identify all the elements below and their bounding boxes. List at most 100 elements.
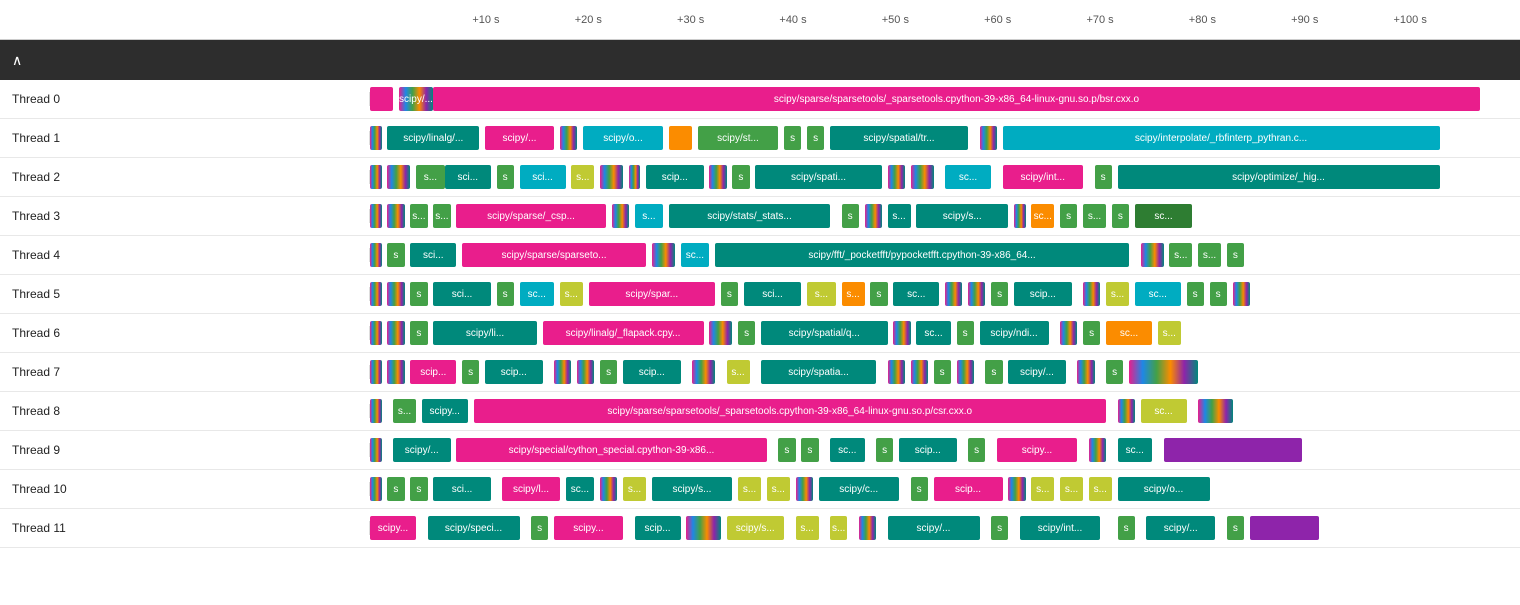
track-bar[interactable]: scip...: [623, 360, 681, 384]
track-bar[interactable]: sc...: [566, 477, 595, 501]
track-bar[interactable]: scipy/linalg/...: [387, 126, 479, 150]
track-bar[interactable]: scip...: [410, 360, 456, 384]
track-bar[interactable]: s...: [727, 360, 750, 384]
track-bar[interactable]: scip...: [1014, 282, 1072, 306]
track-bar[interactable]: s: [784, 126, 801, 150]
track-bar[interactable]: s: [387, 477, 404, 501]
track-bar[interactable]: [859, 516, 876, 540]
track-bar[interactable]: s: [957, 321, 974, 345]
track-bar[interactable]: s...: [796, 516, 819, 540]
track-bar[interactable]: [1233, 282, 1250, 306]
track-bar[interactable]: [629, 165, 641, 189]
track-bar[interactable]: scipy/o...: [1118, 477, 1210, 501]
track-bar[interactable]: sc...: [916, 321, 951, 345]
track-bar[interactable]: s...: [1169, 243, 1192, 267]
track-bar[interactable]: scipy/...: [393, 438, 451, 462]
track-bar[interactable]: [865, 204, 882, 228]
track-bar[interactable]: s...: [623, 477, 646, 501]
track-bar[interactable]: [1060, 321, 1077, 345]
track-bar[interactable]: s...: [571, 165, 594, 189]
track-bar[interactable]: [692, 360, 715, 384]
track-bar[interactable]: s...: [416, 165, 445, 189]
track-bar[interactable]: [957, 360, 974, 384]
track-bar[interactable]: [1014, 204, 1026, 228]
track-bar[interactable]: scipy/spatial/tr...: [830, 126, 968, 150]
track-bar[interactable]: scip...: [899, 438, 957, 462]
track-bar[interactable]: s: [911, 477, 928, 501]
track-bar[interactable]: [1089, 438, 1106, 462]
track-bar[interactable]: [387, 360, 404, 384]
track-bar[interactable]: s: [721, 282, 738, 306]
track-bar[interactable]: [370, 477, 382, 501]
track-bar[interactable]: [387, 204, 404, 228]
track-bar[interactable]: s: [1112, 204, 1129, 228]
track-bar[interactable]: [370, 360, 382, 384]
track-bar[interactable]: s: [1227, 516, 1244, 540]
track-bar[interactable]: scipy...: [554, 516, 623, 540]
track-bar[interactable]: scipy/li...: [433, 321, 537, 345]
track-bar[interactable]: s...: [1060, 477, 1083, 501]
track-bar[interactable]: s...: [433, 204, 450, 228]
track-bar[interactable]: sci...: [445, 165, 491, 189]
track-bar[interactable]: s: [876, 438, 893, 462]
track-bar[interactable]: scipy/c...: [819, 477, 900, 501]
track-bar[interactable]: [911, 360, 928, 384]
track-bar[interactable]: scipy...: [422, 399, 468, 423]
track-bar[interactable]: [1250, 516, 1319, 540]
track-bar[interactable]: s: [1210, 282, 1227, 306]
track-bar[interactable]: sci...: [433, 282, 491, 306]
track-bar[interactable]: scipy/optimize/_hig...: [1118, 165, 1440, 189]
track-bar[interactable]: scipy/stats/_stats...: [669, 204, 830, 228]
track-bar[interactable]: [612, 204, 629, 228]
track-bar[interactable]: s...: [830, 516, 847, 540]
track-bar[interactable]: sci...: [410, 243, 456, 267]
track-bar[interactable]: s: [991, 282, 1008, 306]
track-bar[interactable]: s: [842, 204, 859, 228]
track-bar[interactable]: [577, 360, 594, 384]
track-bar[interactable]: s: [1187, 282, 1204, 306]
track-bar[interactable]: scip...: [635, 516, 681, 540]
track-bar[interactable]: s: [1060, 204, 1077, 228]
track-bar[interactable]: scipy/...: [399, 87, 434, 111]
track-bar[interactable]: sci...: [520, 165, 566, 189]
track-bar[interactable]: [387, 165, 410, 189]
track-bar[interactable]: [370, 399, 382, 423]
track-bar[interactable]: scipy/int...: [1003, 165, 1084, 189]
track-bar[interactable]: sc...: [681, 243, 710, 267]
track-bar[interactable]: scipy/sparse/sparsetools/_sparsetools.cp…: [474, 399, 1107, 423]
track-bar[interactable]: scipy/l...: [502, 477, 560, 501]
track-bar[interactable]: [1141, 243, 1164, 267]
track-bar[interactable]: s: [410, 477, 427, 501]
track-bar[interactable]: scipy/fft/_pocketfft/pypocketfft.cpython…: [715, 243, 1129, 267]
track-bar[interactable]: s: [732, 165, 749, 189]
track-bar[interactable]: s: [1118, 516, 1135, 540]
track-bar[interactable]: [1083, 282, 1100, 306]
track-bar[interactable]: [1118, 399, 1135, 423]
track-bar[interactable]: [1164, 438, 1302, 462]
track-bar[interactable]: [370, 321, 382, 345]
track-bar[interactable]: s...: [767, 477, 790, 501]
track-bar[interactable]: s: [410, 321, 427, 345]
track-bar[interactable]: [370, 243, 382, 267]
track-bar[interactable]: sc...: [520, 282, 555, 306]
track-bar[interactable]: scip...: [485, 360, 543, 384]
track-bar[interactable]: [600, 165, 623, 189]
track-bar[interactable]: scip...: [646, 165, 704, 189]
track-bar[interactable]: sc...: [945, 165, 991, 189]
track-bar[interactable]: s...: [807, 282, 836, 306]
track-bar[interactable]: scipy/...: [485, 126, 554, 150]
track-bar[interactable]: scipy/spar...: [589, 282, 716, 306]
track-bar[interactable]: s: [778, 438, 795, 462]
track-bar[interactable]: sc...: [893, 282, 939, 306]
track-bar[interactable]: s...: [1089, 477, 1112, 501]
track-bar[interactable]: s: [1083, 321, 1100, 345]
track-bar[interactable]: [387, 282, 404, 306]
track-bar[interactable]: scipy...: [370, 516, 416, 540]
track-bar[interactable]: s: [968, 438, 985, 462]
track-bar[interactable]: scipy/spatia...: [761, 360, 876, 384]
track-bar[interactable]: [796, 477, 813, 501]
track-bar[interactable]: scip...: [934, 477, 1003, 501]
track-bar[interactable]: scipy/spatial/q...: [761, 321, 888, 345]
track-bar[interactable]: scipy/special/cython_special.cpython-39-…: [456, 438, 767, 462]
track-bar[interactable]: [560, 126, 577, 150]
